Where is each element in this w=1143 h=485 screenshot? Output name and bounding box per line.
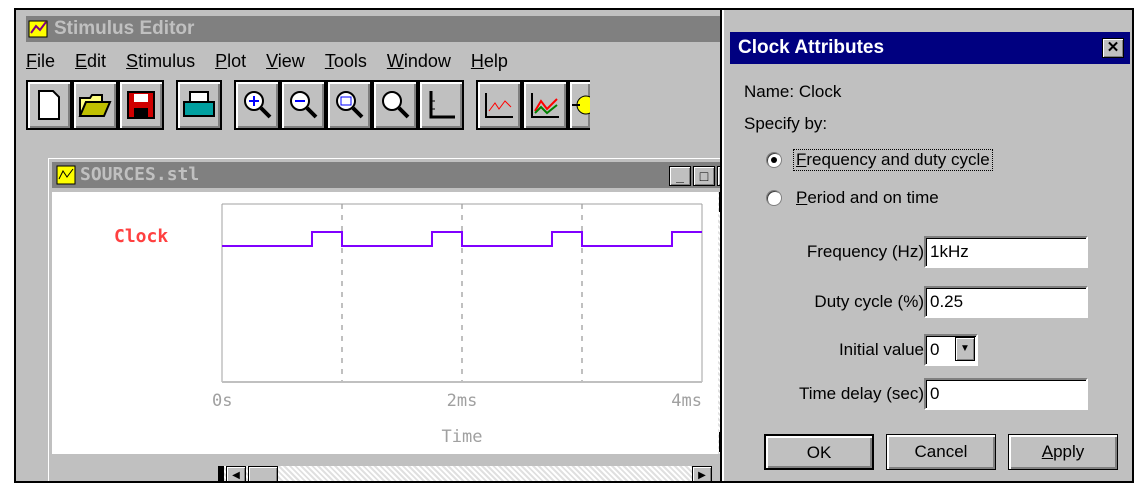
zoom-out-icon[interactable] [280, 80, 326, 130]
menu-item-help[interactable]: Help [471, 51, 508, 71]
period-radio-key: P [796, 188, 808, 207]
clock-trace [222, 231, 702, 247]
waveform-chart: Clock 0s 2ms 4ms Time [114, 203, 703, 447]
horizontal-scrollbar[interactable] [218, 466, 708, 481]
x-tick-label: 2ms [447, 391, 478, 411]
initial-value-label: Initial value [838, 340, 924, 359]
period-radio[interactable] [766, 190, 782, 206]
period-radio-text: eriod and on time [807, 188, 939, 207]
x-axis-label: Time [442, 427, 483, 447]
time-delay-field[interactable]: 0 [924, 378, 1088, 410]
initial-value: 0 [930, 340, 940, 359]
zoom-in-icon[interactable] [234, 80, 280, 130]
minimize-button[interactable]: _ [669, 166, 691, 186]
maximize-button[interactable]: □ [693, 166, 715, 186]
period-radio-label[interactable]: Period and on time [796, 188, 939, 208]
plot-multi-icon[interactable] [522, 80, 568, 130]
menu-item-window[interactable]: Window [387, 51, 451, 71]
zoom-fit-icon[interactable] [372, 80, 418, 130]
scroll-thumb[interactable] [248, 466, 278, 481]
apply-button-text: pply [1053, 442, 1085, 461]
duty-cycle-label: Duty cycle (%) [814, 292, 924, 311]
x-tick-label: 4ms [671, 391, 702, 411]
scroll-right-arrow-icon[interactable]: ▶ [692, 466, 712, 481]
print-icon[interactable] [176, 80, 222, 130]
duty-cycle-field[interactable]: 0.25 [924, 286, 1088, 318]
open-folder-icon[interactable] [72, 80, 118, 130]
specify-by-label: Specify by: [744, 114, 828, 133]
app-icon [28, 18, 50, 40]
document-title: SOURCES.stl [80, 164, 200, 185]
clock-attributes-dialog: Clock Attributes ✕ Name: Clock Specify b… [722, 10, 1132, 481]
frequency-radio-key: F [796, 150, 807, 169]
ok-button[interactable]: OK [764, 434, 874, 470]
axis-icon[interactable] [418, 80, 464, 130]
document-icon [56, 165, 76, 185]
menu-item-plot[interactable]: Plot [215, 51, 246, 71]
dialog-title-bar[interactable]: Clock Attributes ✕ [730, 32, 1130, 64]
name-label: Name: [744, 82, 795, 101]
cancel-button[interactable]: Cancel [886, 434, 996, 470]
plot-area[interactable]: Clock 0s 2ms 4ms Time [52, 192, 718, 454]
menu-bar: File Edit Stimulus Plot View Tools Window Help [26, 48, 528, 74]
stimulus-editor-window: Stimulus Editor File Edit Stimulus Plot View… [26, 16, 751, 481]
dialog-title: Clock Attributes [738, 37, 885, 58]
apply-button-key: A [1041, 442, 1054, 461]
time-delay-label: Time delay (sec) [798, 384, 924, 403]
dropdown-arrow-icon[interactable]: ▼ [955, 337, 975, 361]
new-file-icon[interactable] [26, 80, 72, 130]
plot-trace-icon[interactable] [476, 80, 522, 130]
radio-selected-dot [771, 157, 777, 163]
menu-item-stimulus[interactable]: Stimulus [126, 51, 195, 71]
save-disk-icon[interactable] [118, 80, 164, 130]
menu-item-view[interactable]: View [266, 51, 305, 71]
document-title-bar[interactable]: SOURCES.stl _ □ ✕ [52, 162, 745, 188]
frequency-field[interactable]: 1kHz [924, 236, 1088, 268]
menu-item-file[interactable]: File [26, 51, 55, 71]
apply-button[interactable]: Apply [1008, 434, 1118, 470]
frequency-radio-label[interactable]: Frequency and duty cycle [793, 149, 993, 171]
name-row: Name: Clock [744, 82, 841, 102]
frequency-radio[interactable] [766, 152, 782, 168]
document-window: SOURCES.stl _ □ ✕ Clock 0s2ms4ms Time ▲ … [46, 156, 751, 481]
stimulus-icon[interactable] [568, 80, 590, 130]
horizontal-scrollbar-area: ◀ ▶ [52, 454, 718, 481]
frequency-label: Frequency (Hz) [806, 242, 924, 261]
main-title-bar[interactable]: Stimulus Editor [26, 16, 726, 42]
dialog-close-button[interactable]: ✕ [1102, 38, 1124, 58]
screenshot-frame: Stimulus Editor File Edit Stimulus Plot View… [14, 8, 1134, 483]
x-tick-label: 0s [212, 391, 232, 411]
frequency-radio-text: requency and duty cycle [806, 150, 990, 169]
scroll-left-arrow-icon[interactable]: ◀ [226, 466, 246, 481]
scroll-edge-marker [218, 466, 224, 481]
name-value: Clock [798, 82, 842, 101]
initial-value-select[interactable]: 0 ▼ [924, 334, 978, 366]
main-title: Stimulus Editor [54, 18, 195, 39]
menu-item-edit[interactable]: Edit [75, 51, 106, 71]
signal-label-clock: Clock [114, 226, 168, 247]
zoom-area-icon[interactable] [326, 80, 372, 130]
menu-item-tools[interactable]: Tools [325, 51, 367, 71]
